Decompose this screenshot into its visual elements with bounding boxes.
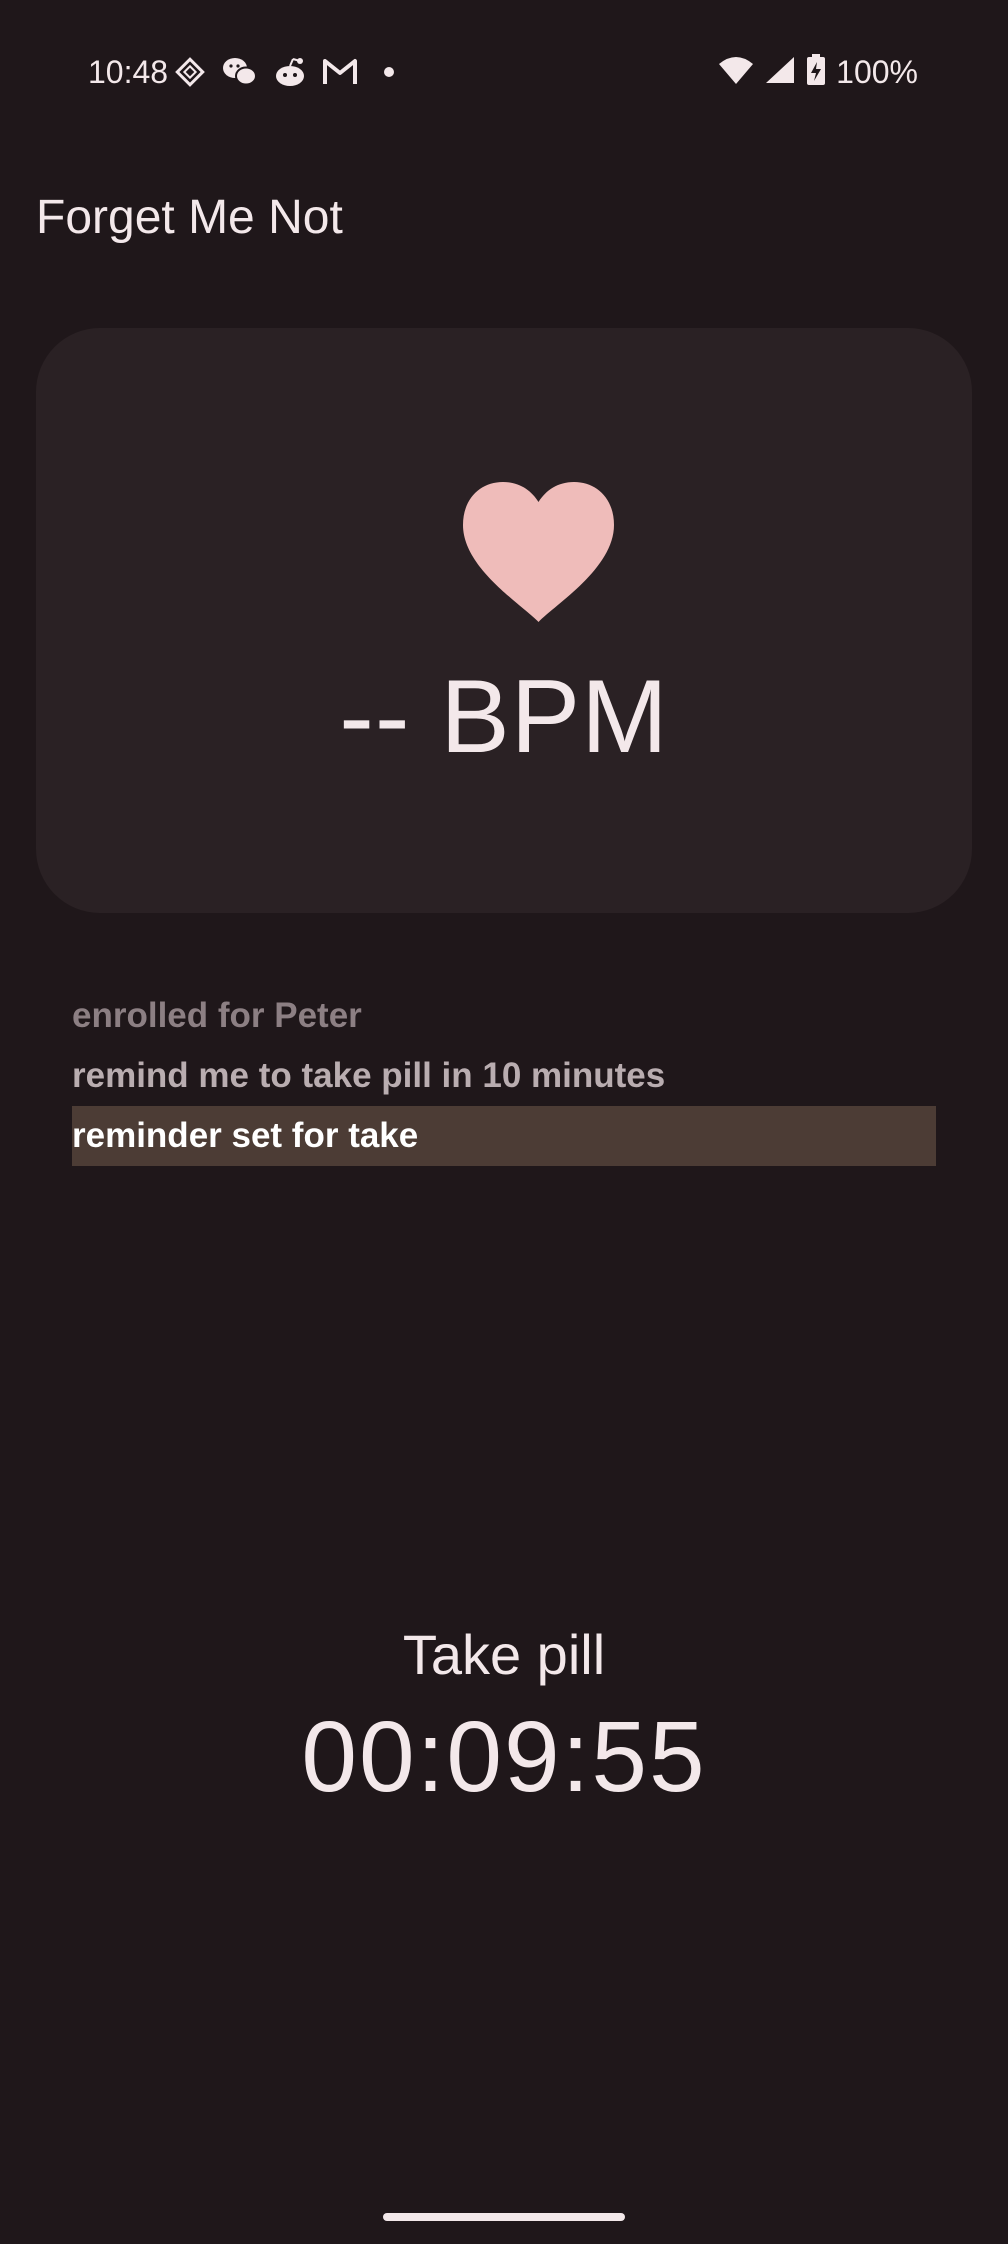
signal-icon bbox=[764, 55, 796, 90]
battery-percent: 100% bbox=[836, 54, 918, 90]
app-icon bbox=[172, 54, 208, 90]
list-item-current: reminder set for take bbox=[72, 1106, 936, 1166]
status-bar: 10:48 100% bbox=[0, 0, 1008, 150]
system-status: 100% bbox=[718, 54, 918, 91]
dot-icon bbox=[384, 67, 394, 77]
screen: 10:48 100% Forget Me Not -- BPM enrolled… bbox=[0, 0, 1008, 2244]
conversation-list: enrolled for Peter remind me to take pil… bbox=[72, 986, 936, 1166]
status-time: 10:48 bbox=[88, 54, 169, 90]
reminder-title: Take pill bbox=[402, 1623, 606, 1686]
notification-icons bbox=[172, 54, 394, 90]
heart-icon bbox=[463, 482, 614, 622]
bpm-readout: -- BPM bbox=[339, 659, 669, 775]
heart-rate-card: -- BPM bbox=[36, 328, 972, 913]
app-title: Forget Me Not bbox=[36, 191, 343, 244]
gmail-icon bbox=[322, 54, 358, 90]
list-item: remind me to take pill in 10 minutes bbox=[72, 1056, 666, 1095]
home-indicator[interactable] bbox=[383, 2213, 625, 2221]
wifi-icon bbox=[718, 55, 754, 90]
wechat-icon bbox=[222, 54, 258, 90]
list-item: enrolled for Peter bbox=[72, 996, 362, 1035]
reminder-countdown: 00:09:55 bbox=[301, 1701, 707, 1813]
battery-charging-icon bbox=[806, 54, 826, 91]
reddit-icon bbox=[272, 54, 308, 90]
